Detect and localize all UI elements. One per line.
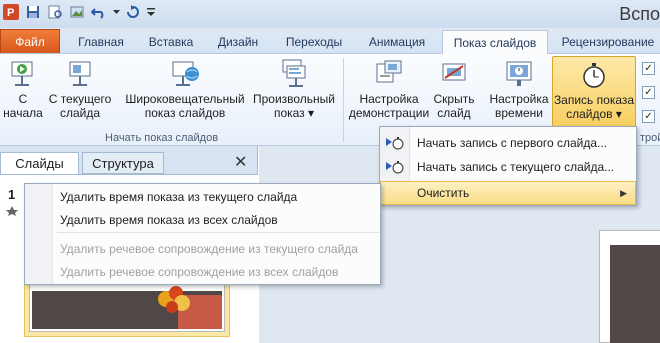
setup-show-icon (376, 60, 402, 83)
submenu-item-clear-narration-all: Удалить речевое сопровождение из всех сл… (60, 265, 339, 279)
tab-transitions[interactable]: Переходы (278, 30, 350, 54)
custom-show-icon (282, 59, 306, 87)
clear-submenu: Удалить время показа из текущего слайда … (24, 183, 381, 285)
current-slide-canvas[interactable] (599, 230, 660, 343)
submenu-icon-strip (25, 184, 53, 284)
record-slide-show-label: Запись показа слайдов ▾ (553, 93, 635, 121)
print-preview-icon[interactable] (46, 3, 64, 21)
menu-item-record-from-beginning[interactable]: Начать запись с первого слайда... (380, 131, 636, 155)
custom-slide-show-label: Произвольный показ ▾ (252, 92, 336, 120)
submenu-item-clear-narration-current: Удалить речевое сопровождение из текущег… (60, 242, 358, 256)
powerpoint-logo-icon[interactable]: P (2, 3, 20, 21)
custom-slide-show-button[interactable]: Произвольный показ ▾ (250, 58, 338, 120)
broadcast-slide-show-button[interactable]: Широковещательный показ слайдов (124, 58, 246, 120)
checkbox-option-3[interactable]: ✓ (642, 110, 655, 123)
slide-timing-star-icon (6, 205, 18, 219)
tab-design[interactable]: Дизайн (208, 30, 268, 54)
hide-slide-label: Скрыть слайд (433, 92, 475, 120)
tab-outline[interactable]: Структура (82, 152, 164, 174)
quick-access-toolbar: P (2, 3, 156, 21)
submenu-item-clear-timing-all[interactable]: Удалить время показа из всех слайдов (60, 213, 278, 227)
group-separator (343, 58, 344, 142)
rehearse-timings-label: Настройка времени (489, 92, 549, 120)
tab-review[interactable]: Рецензирование (556, 30, 660, 54)
svg-text:P: P (7, 7, 14, 19)
submenu-divider (57, 232, 379, 233)
from-current-slide-label: С текущего слайда (48, 92, 112, 120)
window-title: Вспо (619, 4, 660, 24)
set-up-slide-show-button[interactable]: Настройка демонстрации (347, 58, 431, 120)
tab-insert[interactable]: Вставка (140, 30, 202, 54)
menu-item-label: Начать запись с текущего слайда... (417, 160, 615, 174)
save-icon[interactable] (24, 3, 42, 21)
stopwatch-icon (583, 63, 605, 88)
picture-icon[interactable] (68, 3, 86, 21)
hide-slide-button[interactable]: Скрыть слайд (432, 58, 476, 120)
title-bar: P Вспо (0, 0, 660, 28)
customize-qat-icon[interactable] (146, 3, 156, 21)
tab-slides[interactable]: Слайды (0, 152, 79, 174)
slideshow-play-icon (11, 61, 33, 86)
tab-animations[interactable]: Анимация (358, 30, 436, 54)
menu-item-label: Очистить (417, 186, 470, 200)
undo-dropdown-arrow-icon[interactable] (112, 3, 120, 21)
autumn-leaves-icon (158, 286, 190, 313)
submenu-arrow-icon: ▶ (620, 187, 627, 198)
slide-number: 1 (8, 187, 16, 202)
slide-dark-block (610, 245, 660, 343)
broadcast-slide-show-label: Широковещательный показ слайдов (125, 92, 245, 120)
menu-item-clear[interactable]: Очистить ▶ (380, 181, 636, 205)
stopwatch-play-icon (380, 159, 410, 175)
from-beginning-label: С начала (3, 92, 43, 120)
record-slide-show-button[interactable]: Запись показа слайдов ▾ (552, 56, 636, 128)
checkbox-option-2[interactable]: ✓ (642, 86, 655, 99)
menu-item-label: Начать запись с первого слайда... (417, 136, 608, 150)
from-beginning-button[interactable]: С начала (2, 58, 44, 120)
tab-slide-show[interactable]: Показ слайдов (442, 30, 548, 55)
slideshow-current-icon (69, 61, 91, 86)
set-up-slide-show-label: Настройка демонстрации (348, 92, 430, 120)
undo-icon[interactable] (90, 3, 108, 21)
checkbox-option-1[interactable]: ✓ (642, 62, 655, 75)
broadcast-icon (172, 61, 199, 86)
from-current-slide-button[interactable]: С текущего слайда (45, 58, 115, 120)
group-label-start-slide-show: Начать показ слайдов (105, 132, 219, 144)
tab-home[interactable]: Главная (68, 30, 134, 54)
hide-slide-icon (442, 63, 466, 81)
record-slide-show-menu: Начать запись с первого слайда... Начать… (379, 126, 637, 206)
ribbon-tabs: Файл Главная Вставка Дизайн Переходы Ани… (0, 28, 660, 55)
rehearse-timings-icon (506, 61, 532, 86)
redo-icon[interactable] (124, 3, 142, 21)
menu-item-record-from-current[interactable]: Начать запись с текущего слайда... (380, 155, 636, 179)
tab-file[interactable]: Файл (0, 29, 60, 53)
stopwatch-play-icon (380, 135, 410, 151)
rehearse-timings-button[interactable]: Настройка времени (486, 58, 552, 120)
submenu-item-clear-timing-current[interactable]: Удалить время показа из текущего слайда (60, 190, 297, 204)
group-label-setup: тройк (640, 132, 660, 144)
close-pane-icon[interactable]: ✕ (234, 152, 247, 172)
